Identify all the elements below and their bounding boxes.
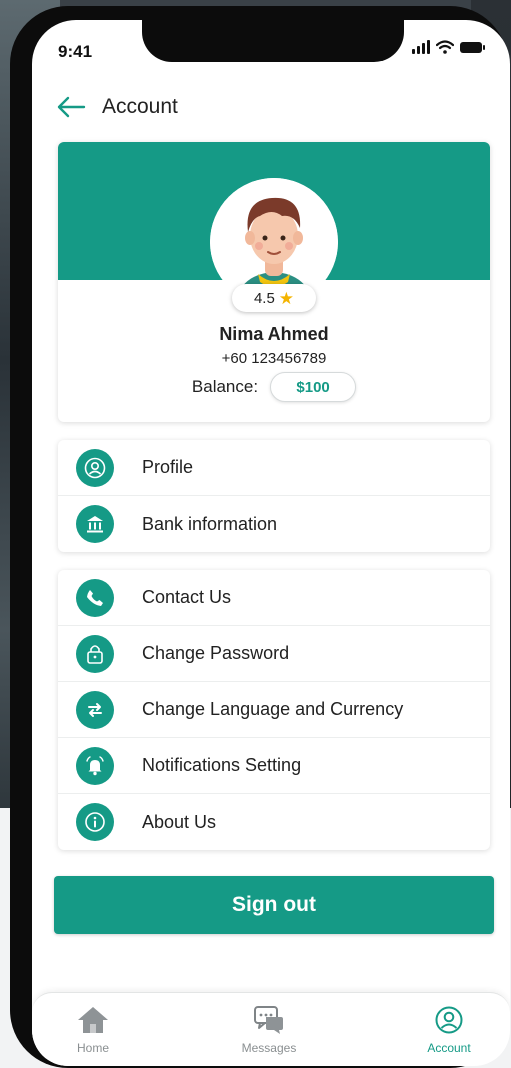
menu-item-about-us[interactable]: About Us: [58, 794, 490, 850]
menu-label: Notifications Setting: [142, 755, 302, 775]
balance-value: $100: [270, 372, 357, 402]
menu-label: Bank information: [142, 513, 278, 534]
phone-notch: [142, 20, 404, 62]
nav-label: Messages: [241, 1041, 297, 1055]
signal-icon: [412, 40, 430, 54]
page-header: Account: [56, 94, 178, 120]
swap-icon: [76, 690, 114, 729]
phone-frame: 9:41 Account 4.5 ★ Nima Ahmed +60 123456…: [10, 6, 510, 1068]
nav-messages[interactable]: Messages: [224, 1005, 314, 1055]
profile-card: 4.5 ★ Nima Ahmed +60 123456789 Balance: …: [58, 142, 490, 422]
menu-label: Contact Us: [142, 587, 232, 607]
battery-icon: [460, 41, 485, 53]
back-arrow-icon[interactable]: [56, 94, 86, 120]
rating-value: 4.5: [253, 289, 275, 307]
messages-icon: [254, 1006, 283, 1034]
home-icon: [78, 1007, 108, 1033]
menu-label: About Us: [142, 811, 217, 832]
phone-screen: 9:41 Account 4.5 ★ Nima Ahmed +60 123456…: [32, 20, 510, 1066]
status-time: 9:41: [58, 42, 93, 61]
account-icon: [435, 1006, 463, 1034]
menu-item-contact-us[interactable]: Contact Us: [58, 570, 490, 626]
balance-label: Balance:: [191, 377, 259, 396]
account-menu-card: Profile Bank information: [58, 440, 490, 552]
menu-item-notifications-setting[interactable]: Notifications Setting: [58, 738, 490, 794]
menu-label: Change Password: [142, 643, 290, 663]
menu-item-change-password[interactable]: Change Password: [58, 626, 490, 682]
bank-icon: [76, 505, 114, 543]
page-title: Account: [102, 95, 178, 118]
nav-account[interactable]: Account: [404, 1005, 494, 1055]
nav-label: Home: [76, 1041, 109, 1055]
menu-item-change-language-currency[interactable]: Change Language and Currency: [58, 682, 490, 738]
star-icon: ★: [278, 288, 295, 308]
sign-out-button[interactable]: Sign out: [54, 876, 494, 934]
menu-label: Change Language and Currency: [142, 699, 404, 719]
menu-label: Profile: [142, 457, 194, 477]
menu-item-profile[interactable]: Profile: [58, 440, 490, 496]
lock-icon: [76, 634, 114, 673]
bottom-navigation: Home Messages Account: [32, 992, 510, 1066]
user-icon: [76, 448, 114, 487]
wifi-icon: [436, 40, 454, 54]
user-name: Nima Ahmed: [219, 324, 329, 344]
info-icon: [76, 803, 114, 841]
rating-badge: 4.5 ★: [232, 284, 316, 312]
menu-item-bank-information[interactable]: Bank information: [58, 496, 490, 552]
phone-icon: [76, 578, 114, 617]
nav-home[interactable]: Home: [48, 1005, 138, 1055]
bell-icon: [76, 746, 114, 785]
status-icons: [412, 40, 485, 54]
nav-label: Account: [427, 1041, 471, 1055]
user-phone: +60 123456789: [221, 350, 327, 367]
balance-row: Balance: $100: [58, 372, 490, 402]
settings-menu-card: Contact Us Change Password Change Langua…: [58, 570, 490, 850]
